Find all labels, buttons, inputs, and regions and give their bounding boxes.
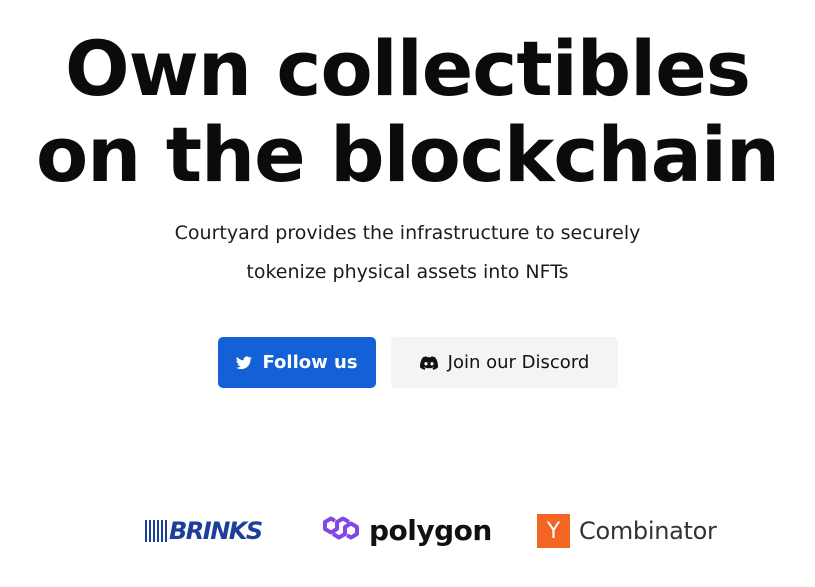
join-discord-label: Join our Discord xyxy=(447,352,590,373)
join-discord-button[interactable]: Join our Discord xyxy=(391,337,618,388)
brinks-wordmark: BRINKS xyxy=(169,517,263,545)
brinks-bars-icon xyxy=(145,520,167,542)
twitter-icon xyxy=(236,356,253,370)
subtext-line-1: Courtyard provides the infrastructure to… xyxy=(174,222,641,244)
ycombinator-y-mark: Y xyxy=(537,514,570,548)
headline-line-1: Own collectibles xyxy=(65,24,751,113)
brinks-logo: BRINKS xyxy=(145,517,263,545)
discord-icon xyxy=(419,355,438,370)
polygon-wordmark: polygon xyxy=(369,513,492,547)
ycombinator-wordmark: Combinator xyxy=(579,517,717,545)
polygon-icon xyxy=(321,511,361,550)
subtext-line-2: tokenize physical assets into NFTs xyxy=(246,261,569,283)
headline-line-2: on the blockchain xyxy=(35,110,780,199)
partner-logos: BRINKS polygon Y Combinator xyxy=(0,500,815,560)
ycombinator-logo: Y Combinator xyxy=(537,514,717,548)
follow-us-button[interactable]: Follow us xyxy=(218,337,376,388)
follow-us-label: Follow us xyxy=(262,352,358,373)
polygon-logo: polygon xyxy=(321,512,492,548)
hero-subtext: Courtyard provides the infrastructure to… xyxy=(0,214,815,292)
